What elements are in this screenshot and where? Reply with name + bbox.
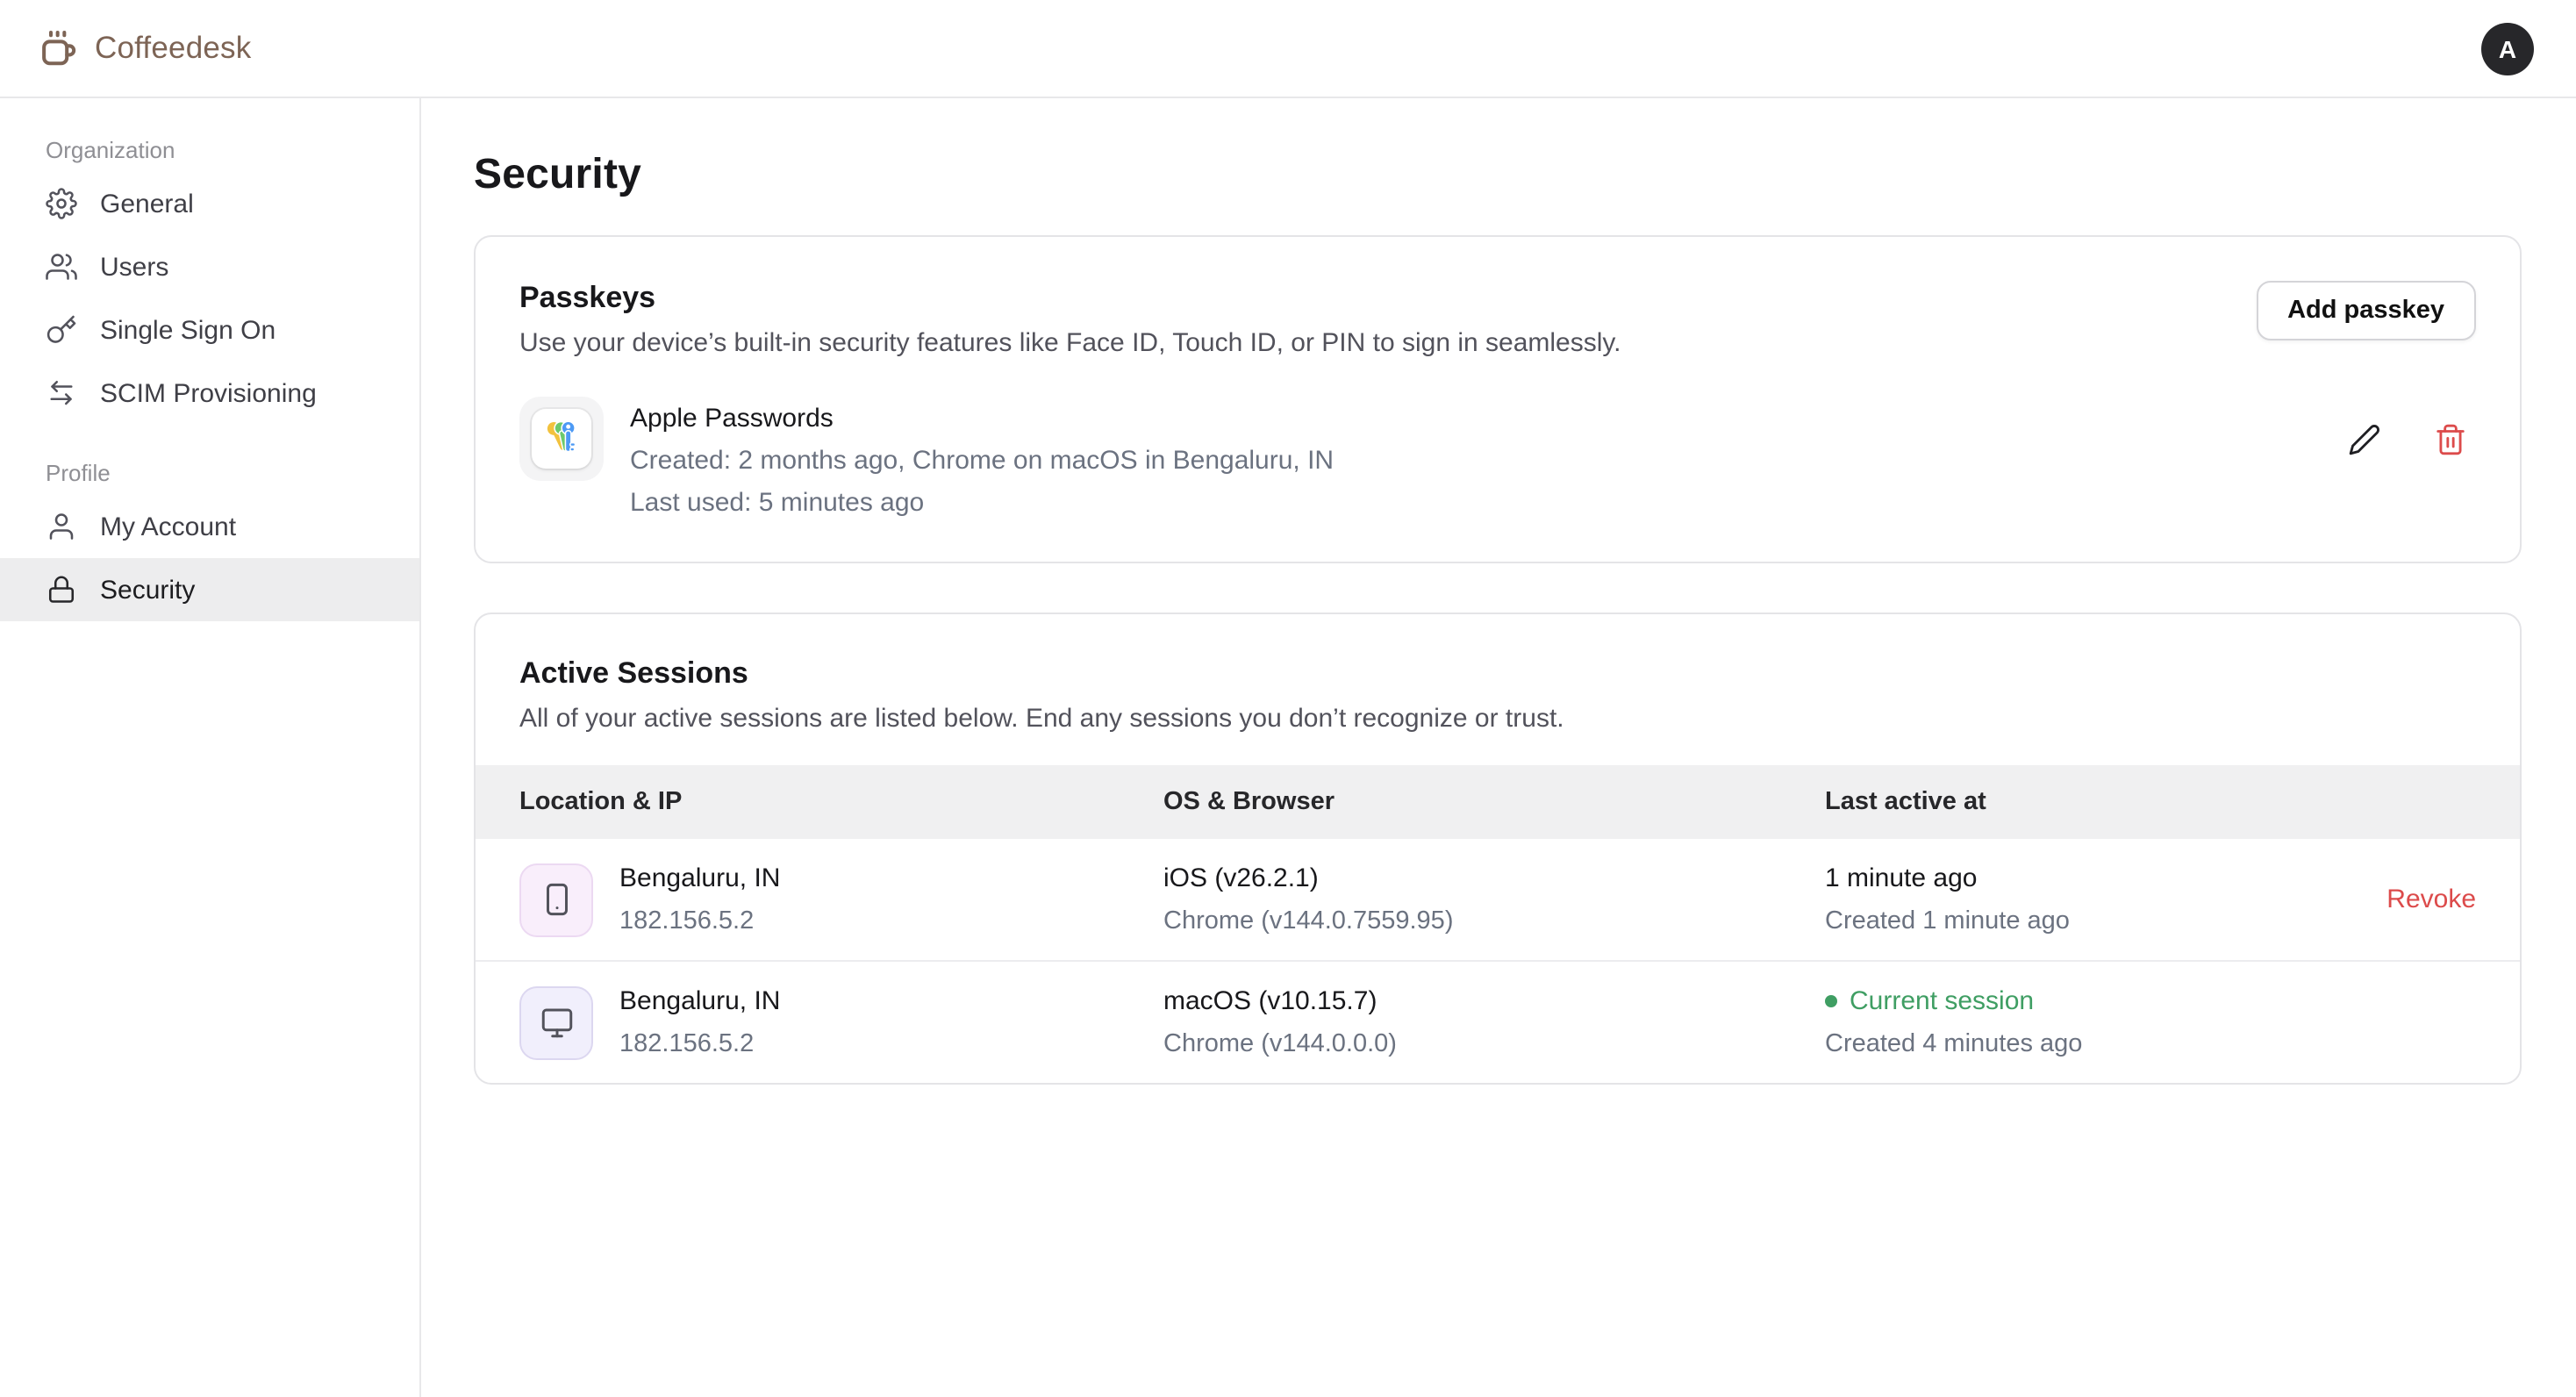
- sidebar-item-users[interactable]: Users: [0, 235, 419, 298]
- sync-arrows-icon: [46, 377, 77, 409]
- passkey-created: Created: 2 months ago, Chrome on macOS i…: [630, 446, 2341, 476]
- session-ip: 182.156.5.2: [619, 907, 780, 935]
- current-session-dot: [1825, 995, 1837, 1007]
- sidebar: Organization General Users Single Sign O…: [0, 98, 421, 1397]
- session-browser: Chrome (v144.0.7559.95): [1163, 907, 1825, 935]
- delete-passkey-button[interactable]: [2427, 415, 2474, 462]
- coffee-cup-icon: [39, 28, 79, 68]
- sidebar-item-my-account[interactable]: My Account: [0, 495, 419, 558]
- session-location: Bengaluru, IN: [619, 863, 780, 893]
- sessions-table-header: Location & IP OS & Browser Last active a…: [476, 765, 2520, 839]
- sidebar-item-security[interactable]: Security: [0, 558, 419, 621]
- session-location: Bengaluru, IN: [619, 986, 780, 1016]
- sidebar-item-label: General: [100, 189, 194, 219]
- session-os: iOS (v26.2.1): [1163, 863, 1825, 893]
- sidebar-item-label: SCIM Provisioning: [100, 378, 317, 408]
- gear-icon: [46, 188, 77, 219]
- sidebar-section-organization: Organization: [0, 126, 419, 172]
- column-header-location-ip: Location & IP: [519, 788, 1163, 816]
- user-icon: [46, 511, 77, 542]
- active-sessions-card: Active Sessions All of your active sessi…: [474, 613, 2522, 1085]
- passkeys-title: Passkeys: [519, 281, 1621, 316]
- sidebar-item-label: Security: [100, 575, 195, 605]
- brand-logo[interactable]: Coffeedesk: [39, 28, 251, 68]
- session-last-active: 1 minute ago: [1825, 863, 2379, 893]
- smartphone-icon: [519, 863, 593, 936]
- avatar[interactable]: A: [2481, 22, 2534, 75]
- apple-passwords-icon: [519, 397, 604, 481]
- sidebar-item-label: Single Sign On: [100, 315, 275, 345]
- column-header-os-browser: OS & Browser: [1163, 788, 1825, 816]
- sidebar-item-single-sign-on[interactable]: Single Sign On: [0, 298, 419, 362]
- pencil-icon: [2348, 422, 2381, 455]
- sidebar-item-general[interactable]: General: [0, 172, 419, 235]
- top-header: Coffeedesk A: [0, 0, 2576, 98]
- active-sessions-title: Active Sessions: [519, 656, 2476, 691]
- session-created: Created 1 minute ago: [1825, 907, 2379, 935]
- trash-icon: [2434, 422, 2467, 455]
- session-browser: Chrome (v144.0.0.0): [1163, 1030, 1825, 1058]
- session-created: Created 4 minutes ago: [1825, 1030, 2379, 1058]
- app-window: Coffeedesk A Organization General Users: [0, 0, 2576, 1397]
- avatar-initial: A: [2499, 34, 2516, 62]
- column-header-last-active: Last active at: [1825, 788, 2379, 816]
- passkey-name: Apple Passwords: [630, 404, 2341, 433]
- session-row-macos: Bengaluru, IN 182.156.5.2 macOS (v10.15.…: [476, 960, 2520, 1083]
- add-passkey-button[interactable]: Add passkey: [2256, 281, 2476, 340]
- desktop-monitor-icon: [519, 985, 593, 1059]
- sidebar-item-label: My Account: [100, 512, 236, 541]
- session-ip: 182.156.5.2: [619, 1030, 780, 1058]
- key-icon: [46, 314, 77, 346]
- active-sessions-description: All of your active sessions are listed b…: [519, 704, 2476, 734]
- passkey-last-used: Last used: 5 minutes ago: [630, 488, 2341, 518]
- sidebar-item-label: Users: [100, 252, 168, 282]
- revoke-session-link[interactable]: Revoke: [2386, 884, 2476, 913]
- current-session-badge: Current session: [1825, 986, 2379, 1016]
- session-os: macOS (v10.15.7): [1163, 986, 1825, 1016]
- brand-name: Coffeedesk: [95, 30, 251, 67]
- passkey-item: Apple Passwords Created: 2 months ago, C…: [519, 397, 2476, 518]
- passkeys-description: Use your device’s built-in security feat…: [519, 328, 1621, 358]
- lock-icon: [46, 574, 77, 605]
- passkeys-card: Passkeys Use your device’s built-in secu…: [474, 235, 2522, 563]
- page-title: Security: [474, 151, 2522, 200]
- session-last-active: Current session: [1850, 986, 2034, 1016]
- users-icon: [46, 251, 77, 283]
- sidebar-section-profile: Profile: [0, 449, 419, 495]
- main-content: Security Passkeys Use your device’s buil…: [421, 98, 2576, 1397]
- sidebar-item-scim-provisioning[interactable]: SCIM Provisioning: [0, 362, 419, 425]
- session-row-ios: Bengaluru, IN 182.156.5.2 iOS (v26.2.1) …: [476, 839, 2520, 960]
- edit-passkey-button[interactable]: [2341, 415, 2388, 462]
